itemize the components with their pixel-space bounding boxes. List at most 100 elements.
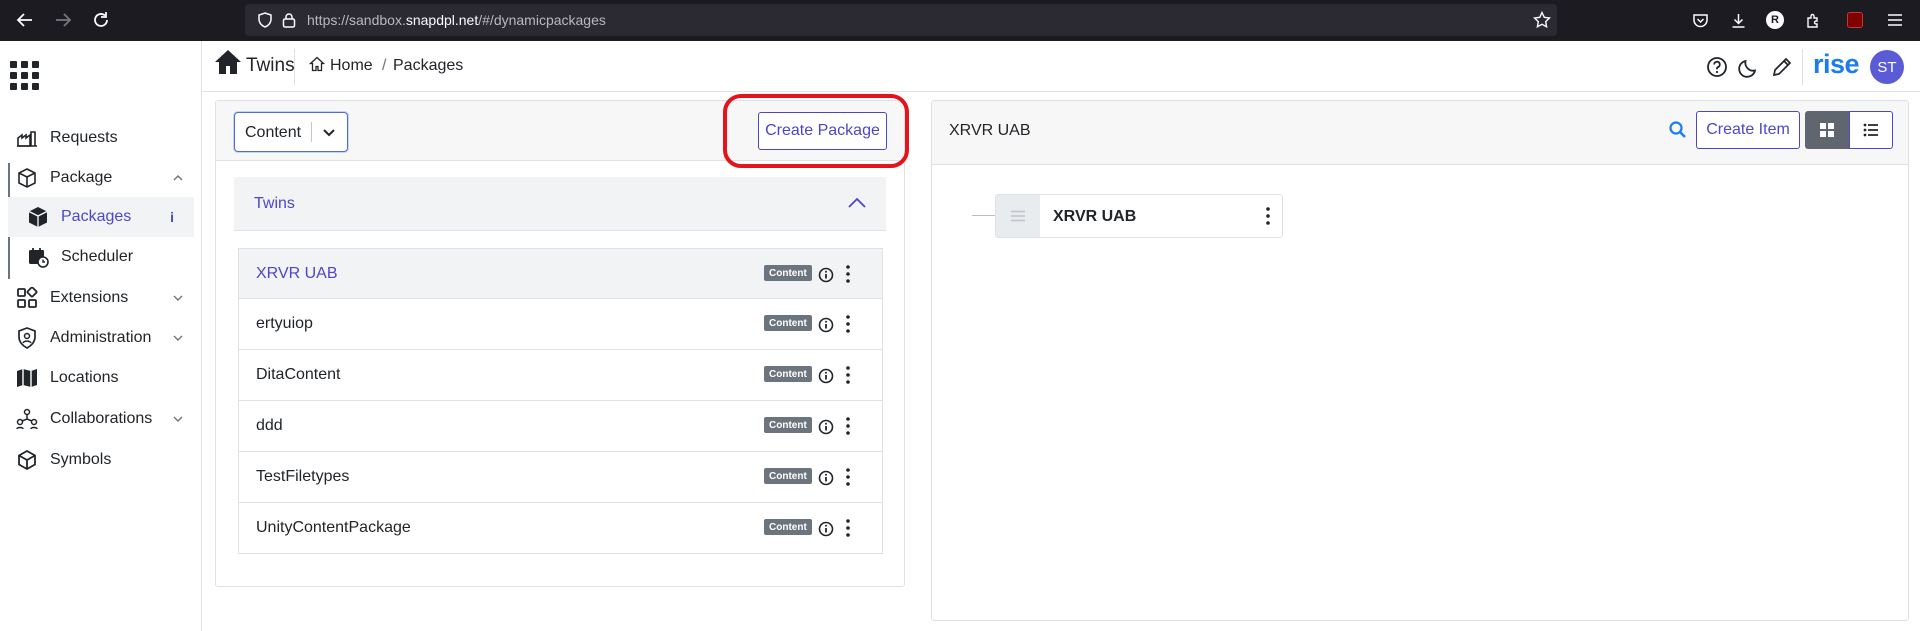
- info-circle-icon[interactable]: [818, 419, 834, 435]
- sidebar-item-symbols[interactable]: Symbols: [0, 442, 192, 478]
- package-name: ddd: [256, 417, 283, 434]
- list-view-button[interactable]: [1849, 111, 1893, 149]
- chevron-down-icon: [173, 335, 183, 341]
- bookmark-star-icon[interactable]: [1533, 11, 1551, 29]
- menu-hamburger-icon[interactable]: [1884, 9, 1906, 31]
- more-options-icon[interactable]: [840, 518, 856, 538]
- tree-node-root[interactable]: XRVR UAB: [995, 194, 1283, 238]
- download-icon[interactable]: [1727, 9, 1749, 31]
- select-value: Content: [245, 124, 302, 141]
- requests-icon: [16, 127, 38, 149]
- tree-connector-line: [972, 215, 997, 216]
- user-avatar[interactable]: ST: [1870, 50, 1904, 84]
- browser-toolbar: https://sandbox.snapdpl.net/#/dynamicpac…: [0, 0, 1920, 41]
- edit-pencil-icon[interactable]: [1770, 55, 1794, 79]
- package-name: TestFiletypes: [256, 468, 350, 485]
- more-options-icon[interactable]: [840, 264, 856, 284]
- grid-view-button[interactable]: [1805, 111, 1849, 149]
- breadcrumb-home-icon: [309, 56, 325, 72]
- back-button[interactable]: [12, 7, 38, 33]
- sidebar-item-requests[interactable]: Requests: [0, 120, 192, 156]
- info-circle-icon[interactable]: [818, 521, 834, 537]
- package-row[interactable]: XRVR UAB Content: [238, 248, 883, 299]
- sidebar: Requests Package Packages i Scheduler Ex…: [0, 41, 202, 631]
- accordion-twins[interactable]: Twins: [234, 177, 886, 231]
- more-options-icon[interactable]: [840, 416, 856, 436]
- url-text: https://sandbox.snapdpl.net/#/dynamicpac…: [307, 12, 606, 28]
- package-name: XRVR UAB: [256, 265, 338, 282]
- apps-grid-icon[interactable]: [10, 61, 39, 90]
- package-type-select[interactable]: Content: [234, 112, 348, 152]
- collaborations-icon: [16, 408, 38, 430]
- sidebar-item-locations[interactable]: Locations: [0, 360, 192, 396]
- sidebar-item-label: Package: [50, 169, 113, 186]
- packages-box-icon: [26, 205, 50, 229]
- tree-node-label: XRVR UAB: [1053, 208, 1137, 225]
- package-row[interactable]: TestFiletypes Content: [238, 452, 883, 503]
- help-icon[interactable]: [1705, 55, 1729, 79]
- info-circle-icon[interactable]: [818, 368, 834, 384]
- search-icon[interactable]: [1668, 120, 1688, 140]
- package-detail-header: XRVR UAB Create Item: [932, 101, 1908, 165]
- package-row[interactable]: DitaContent Content: [238, 350, 883, 401]
- list-view-icon: [1863, 123, 1878, 137]
- content-badge: Content: [764, 265, 812, 281]
- drag-handle-icon[interactable]: [996, 195, 1040, 237]
- reload-button[interactable]: [88, 7, 114, 33]
- package-list: XRVR UAB Content ertyuiop Content DitaCo…: [238, 248, 883, 554]
- info-circle-icon[interactable]: [818, 267, 834, 283]
- shield-icon: [258, 12, 272, 28]
- more-options-icon[interactable]: [840, 365, 856, 385]
- header-divider: [294, 49, 295, 85]
- profile-icon[interactable]: R: [1764, 9, 1786, 31]
- sidebar-item-packages[interactable]: Packages i: [8, 197, 194, 237]
- forward-button[interactable]: [50, 7, 76, 33]
- sidebar-item-label: Administration: [50, 329, 152, 346]
- home-icon[interactable]: [214, 49, 242, 75]
- reload-icon: [94, 12, 108, 27]
- package-detail-panel: XRVR UAB Create Item XRVR UAB: [931, 100, 1909, 621]
- info-circle-icon[interactable]: [818, 317, 834, 333]
- content-badge: Content: [764, 315, 812, 331]
- chevron-up-icon: [173, 175, 183, 181]
- package-row[interactable]: ddd Content: [238, 401, 883, 452]
- ublock-icon[interactable]: [1844, 9, 1866, 31]
- app-header: Twins Home / Packages rise ST: [202, 41, 1920, 92]
- sidebar-item-label: Collaborations: [50, 410, 153, 427]
- more-options-icon[interactable]: [840, 467, 856, 487]
- create-item-button[interactable]: Create Item: [1696, 111, 1800, 149]
- package-name: ertyuiop: [256, 315, 313, 332]
- info-circle-icon[interactable]: [818, 470, 834, 486]
- package-row[interactable]: UnityContentPackage Content: [238, 503, 883, 554]
- extensions-puzzle-icon[interactable]: [1802, 9, 1824, 31]
- sidebar-item-scheduler[interactable]: Scheduler: [8, 237, 194, 277]
- rise-logo: rise: [1813, 49, 1860, 79]
- header-divider: [1802, 49, 1803, 85]
- content-badge: Content: [764, 366, 812, 382]
- package-name: UnityContentPackage: [256, 519, 411, 536]
- sidebar-item-package[interactable]: Package: [0, 160, 192, 196]
- sidebar-item-collaborations[interactable]: Collaborations: [0, 401, 192, 437]
- more-options-icon[interactable]: [1260, 206, 1276, 226]
- more-options-icon[interactable]: [840, 314, 856, 334]
- content-badge: Content: [764, 468, 812, 484]
- sidebar-item-extensions[interactable]: Extensions: [0, 280, 192, 316]
- lock-icon: [282, 13, 296, 28]
- info-icon[interactable]: i: [170, 209, 174, 225]
- breadcrumb-home[interactable]: Home: [330, 57, 373, 75]
- sidebar-item-administration[interactable]: Administration: [0, 320, 192, 356]
- dark-mode-moon-icon[interactable]: [1737, 55, 1761, 79]
- address-bar[interactable]: https://sandbox.snapdpl.net/#/dynamicpac…: [245, 4, 1557, 36]
- pocket-icon[interactable]: [1689, 9, 1711, 31]
- package-detail-title: XRVR UAB: [949, 122, 1031, 139]
- content-badge: Content: [764, 417, 812, 433]
- packages-panel: Content Create Package Twins XRVR UAB Co…: [215, 100, 905, 587]
- app-title[interactable]: Twins: [246, 55, 295, 77]
- annotation-highlight-ring: [723, 94, 909, 168]
- symbols-cube-icon: [16, 449, 38, 471]
- sidebar-item-label: Symbols: [50, 451, 112, 468]
- accordion-title: Twins: [254, 195, 295, 212]
- grid-view-icon: [1820, 123, 1834, 137]
- breadcrumb-current: Packages: [393, 57, 464, 74]
- package-row[interactable]: ertyuiop Content: [238, 299, 883, 350]
